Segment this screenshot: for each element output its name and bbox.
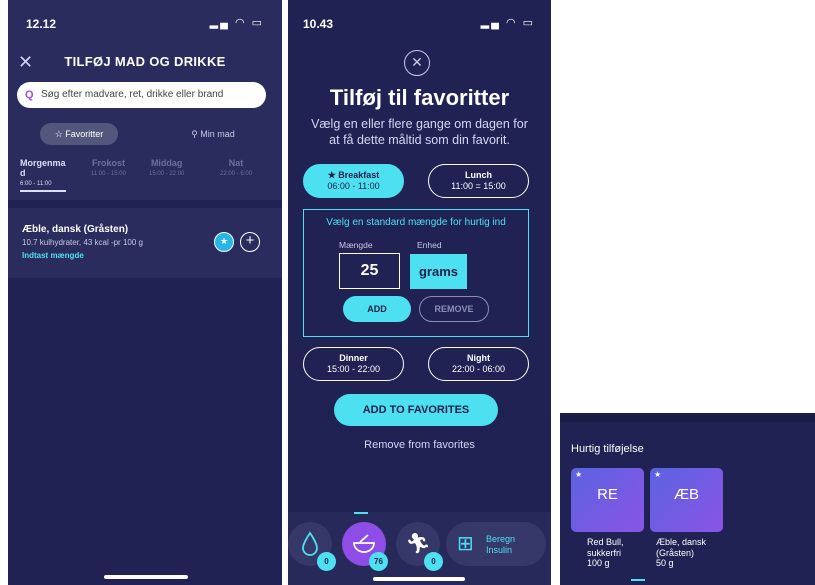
caption-line: Red Bull, [587, 537, 624, 547]
top-band [560, 413, 815, 422]
add-button[interactable]: ADD [343, 296, 411, 322]
meal-tab-night[interactable]: Nat 22:00 - 6:00 [220, 158, 252, 177]
meal-name: Frokost [91, 158, 125, 168]
quantity-input[interactable]: 25 [339, 253, 400, 289]
bottom-nav: 0 76 🏃︎ 0 ⊞ Beregn Insulin [288, 512, 551, 585]
bowl-shape [353, 534, 375, 553]
activity-badge: 0 [424, 552, 443, 571]
card-abbreviation: RE [597, 486, 618, 503]
food-list-item[interactable]: Æble, dansk (Gråsten) 10.7 kulhydrater, … [8, 208, 282, 278]
slot-dinner[interactable]: Dinner 15:00 - 22:00 [303, 347, 404, 381]
food-badge: 76 [369, 552, 388, 571]
status-time: 10.43 [303, 17, 334, 31]
meal-time: 6:00 - 11:00 [20, 181, 52, 187]
status-icons: ▂▄ ◠ ▭ [480, 17, 535, 29]
quick-add-card-aeble[interactable]: ★ ÆB [650, 468, 723, 532]
tab-favorites[interactable]: ☆ Favoritter [40, 123, 118, 145]
star-icon: ★ [654, 470, 662, 479]
home-indicator [373, 577, 465, 581]
water-badge: 0 [317, 552, 336, 571]
quick-add-section: Hurtig tilføjelse ★ RE Red Bull, sukkerf… [560, 413, 815, 585]
meal-time-tabs: Morgenma d 6:00 - 11:00 Frokost 11:00 - … [8, 150, 282, 200]
water-drop-shape [302, 531, 318, 556]
description: Vælg en eller flere gange om dagen for a… [311, 117, 528, 147]
slot-breakfast[interactable]: ★ Breakfast 06:00 - 11:00 [303, 164, 404, 198]
header: ✕ TILFØJ MAD OG DRIKKE Q Søg efter madva… [8, 40, 282, 150]
calculate-label-line2: Insulin [486, 545, 513, 555]
close-icon[interactable]: ✕ [404, 50, 430, 76]
status-icons: ▂▄ ◠ ▭ [209, 17, 264, 29]
home-indicator [104, 575, 188, 579]
calculate-insulin-button[interactable]: ⊞ Beregn Insulin [446, 522, 546, 566]
food-nutrition: 10.7 kulhydrater, 43 kcal -pr 100 g [22, 238, 143, 247]
quick-add-heading: Hurtig tilføjelse [571, 443, 644, 455]
status-bar: 12.12 ▂▄ ◠ ▭ [8, 0, 282, 40]
active-indicator [631, 579, 645, 581]
meal-tab-lunch[interactable]: Frokost 11:00 - 15:00 [91, 158, 126, 177]
slot-name: Lunch [465, 170, 492, 180]
slot-time: 11:00 = 15:00 [451, 181, 506, 191]
page-title: TILFØJ MAD OG DRIKKE [64, 54, 226, 69]
enter-amount-link[interactable]: Indtast mængde [22, 251, 84, 260]
slot-name: ★ Breakfast [327, 170, 380, 180]
tab-my-food[interactable]: ⚲ Min mad [173, 123, 253, 145]
search-icon: Q [25, 89, 34, 101]
unit-select[interactable]: grams [410, 254, 467, 289]
card-caption: Red Bull, sukkerfri 100 g [587, 537, 624, 569]
search-input[interactable]: Q Søg efter madvare, ret, drikke eller b… [17, 82, 266, 108]
caption-line: 50 g [656, 558, 674, 568]
caption-line: (Gråsten) [656, 547, 695, 558]
tab-favorites-label: Favoritter [65, 129, 104, 139]
food-name: Æble, dansk (Gråsten) [22, 224, 129, 235]
standard-amount-box: Vælg en standard mængde for hurtig ind M… [303, 209, 529, 337]
meal-tab-breakfast[interactable]: Morgenma d 6:00 - 11:00 [20, 158, 70, 192]
card-abbreviation: ÆB [673, 486, 699, 503]
card-caption: Æble, dansk (Gråsten) 50 g [656, 537, 706, 569]
add-to-favorites-button[interactable]: ADD TO FAVORITES [334, 394, 498, 426]
meal-time: 22:00 - 6:00 [220, 171, 253, 177]
add-food-screen: 12.12 ▂▄ ◠ ▭ ✕ TILFØJ MAD OG DRIKKE Q Sø… [8, 0, 282, 585]
plus-icon[interactable]: + [240, 232, 260, 252]
slot-time: 15:00 - 22:00 [326, 364, 381, 374]
tab-bar: ☆ Favoritter ⚲ Min mad [8, 120, 282, 150]
meal-name: Nat [228, 158, 244, 168]
meal-name: Middag [150, 158, 183, 168]
favorite-star-icon[interactable]: ★ [214, 232, 234, 252]
caption-line: 100 g [587, 558, 610, 568]
slot-night[interactable]: Night 22:00 - 06:00 [428, 347, 529, 381]
meal-name: Morgenma d [20, 158, 66, 178]
star-icon: ☆ [54, 129, 63, 139]
caption-line: Æble, dansk [656, 537, 707, 547]
slot-name: Night [467, 353, 490, 363]
remove-button[interactable]: REMOVE [419, 296, 489, 322]
active-nav-indicator [354, 512, 368, 514]
calculate-label-line1: Beregn [486, 534, 516, 544]
calculator-icon: ⊞ [457, 533, 474, 555]
caption-line: sukkerfri [587, 547, 622, 558]
status-time: 12.12 [26, 17, 57, 31]
unit-caption: Enhed [417, 240, 442, 250]
remove-from-favorites-link[interactable]: Remove from favorites [288, 439, 551, 451]
slot-lunch[interactable]: Lunch 11:00 = 15:00 [428, 164, 529, 198]
page-title: Tilføj til favoritter [329, 85, 510, 110]
search-placeholder: Søg efter madvare, ret, drikke eller bra… [41, 89, 224, 100]
meal-time: 15:00 - 22:00 [149, 171, 185, 177]
quantity-caption: Mængde [339, 240, 373, 250]
slot-name: Dinner [339, 353, 368, 363]
tab-my-food-label: Min mad [200, 129, 235, 139]
slot-time: 06:00 - 11:00 [327, 181, 380, 191]
user-icon: ⚲ [191, 129, 198, 139]
meal-time: 11:00 - 15:00 [91, 171, 126, 177]
standard-amount-label: Vælg en standard mængde for hurtig ind [326, 217, 506, 228]
slot-time: 22:00 - 06:00 [451, 364, 506, 374]
meal-tab-dinner[interactable]: Middag 15:00 - 22:00 [149, 158, 184, 177]
quick-add-card-redbull[interactable]: ★ RE [571, 468, 644, 532]
active-tab-indicator [20, 190, 66, 192]
star-icon: ★ [575, 470, 583, 479]
add-to-favorites-screen: 10.43 ▂▄ ◠ ▭ ✕ Tilføj til favoritter Væl… [288, 0, 551, 585]
